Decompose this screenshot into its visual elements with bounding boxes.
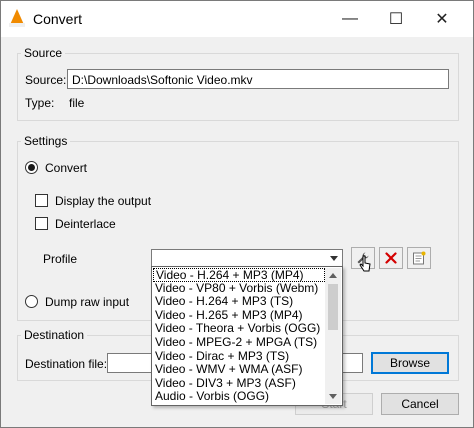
profile-option[interactable]: Video - H.264 + MP3 (MP4)	[153, 268, 325, 282]
source-path-field[interactable]: D:\Downloads\Softonic Video.mkv	[67, 69, 449, 89]
scrollbar-thumb[interactable]	[328, 284, 338, 330]
delete-profile-button[interactable]	[379, 247, 403, 269]
cancel-button[interactable]: Cancel	[381, 393, 459, 415]
profile-option[interactable]: Video - Theora + Vorbis (OGG)	[153, 322, 325, 336]
scroll-down-icon[interactable]	[329, 394, 337, 399]
maximize-button[interactable]: ☐	[373, 1, 419, 37]
type-value: file	[69, 96, 85, 110]
new-profile-icon	[413, 251, 426, 265]
profile-option[interactable]: Video - H.264 + MP3 (TS)	[153, 295, 325, 309]
source-label: Source:	[25, 73, 67, 87]
title-bar: Convert — ☐ ✕	[1, 1, 473, 37]
display-output-label: Display the output	[55, 194, 152, 208]
profile-option[interactable]: Video - MPEG-2 + MPGA (TS)	[153, 335, 325, 350]
vlc-cone-icon	[9, 9, 25, 27]
convert-label: Convert	[45, 161, 88, 175]
profile-option[interactable]: Video - WMV + WMA (ASF)	[153, 363, 325, 377]
type-label: Type:	[25, 96, 55, 110]
settings-legend: Settings	[21, 134, 71, 148]
profile-option[interactable]: Video - H.265 + MP3 (MP4)	[153, 308, 325, 323]
profile-option[interactable]: Video - VP80 + Vorbis (Webm)	[153, 281, 325, 296]
destination-legend: Destination	[21, 328, 88, 342]
mouse-pointer-icon	[359, 255, 371, 272]
dropdown-scrollbar[interactable]	[325, 268, 341, 404]
profile-option[interactable]: Audio - Vorbis (OGG)	[153, 390, 325, 404]
source-legend: Source	[21, 46, 66, 60]
close-button[interactable]: ✕	[419, 1, 465, 37]
profile-dropdown-list[interactable]: Video - H.264 + MP3 (MP4) Video - VP80 + …	[151, 266, 343, 406]
browse-button[interactable]: Browse	[371, 352, 449, 374]
scroll-up-icon[interactable]	[329, 273, 337, 278]
profile-combobox[interactable]	[151, 249, 343, 267]
dump-raw-radio[interactable]	[25, 295, 38, 308]
convert-radio[interactable]	[25, 161, 38, 174]
chevron-down-icon	[330, 256, 338, 261]
profile-option[interactable]: Video - DIV3 + MP3 (ASF)	[153, 376, 325, 391]
display-output-checkbox[interactable]	[35, 194, 48, 207]
window-title: Convert	[33, 11, 83, 27]
profile-option[interactable]: Video - Dirac + MP3 (TS)	[153, 349, 325, 364]
red-x-icon	[385, 252, 397, 264]
minimize-button[interactable]: —	[327, 1, 373, 37]
convert-dialog: Convert — ☐ ✕ Source Source: D:\Download…	[0, 0, 474, 428]
new-profile-button[interactable]	[407, 247, 431, 269]
deinterlace-label: Deinterlace	[55, 217, 116, 231]
deinterlace-checkbox[interactable]	[35, 217, 48, 230]
dump-raw-label: Dump raw input	[45, 295, 130, 309]
profile-label: Profile	[43, 252, 78, 266]
destination-file-label: Destination file:	[25, 357, 108, 371]
